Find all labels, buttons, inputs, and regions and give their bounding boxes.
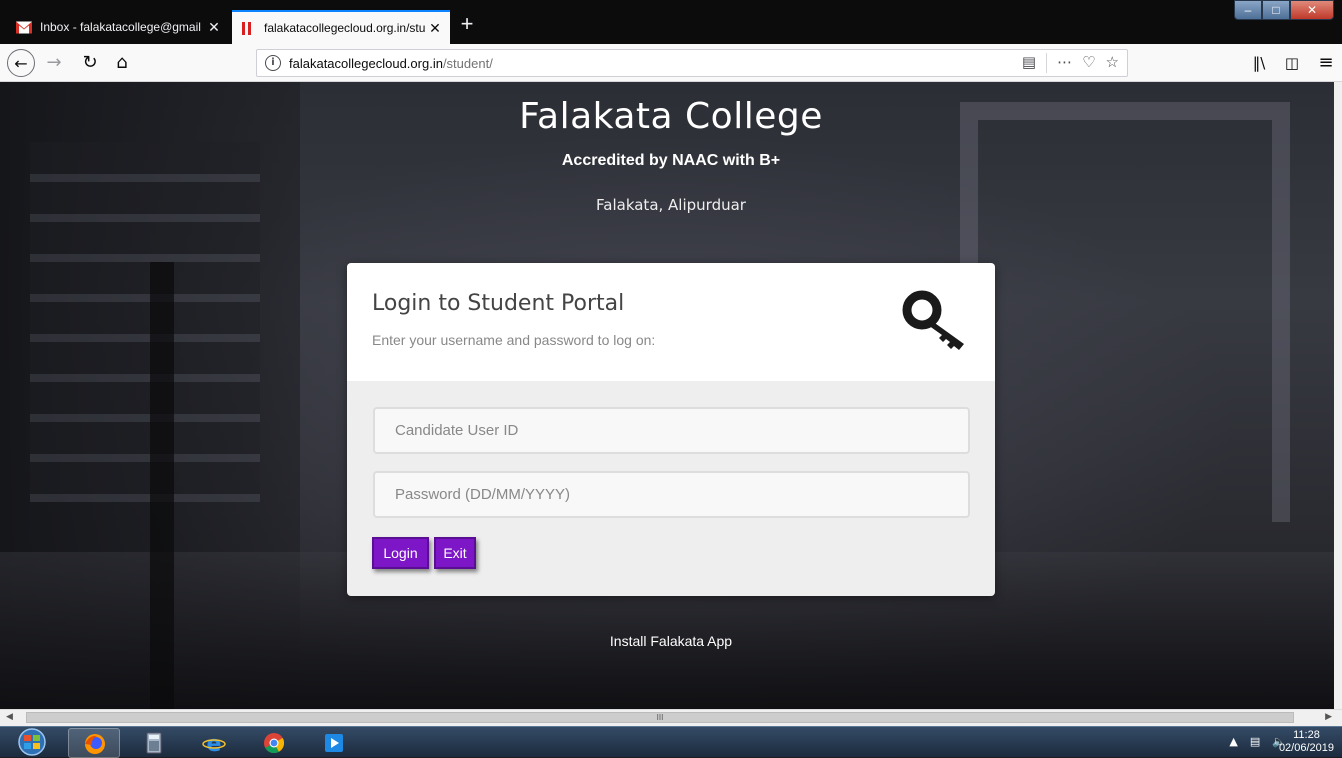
taskbar-firefox[interactable] [68,728,120,758]
site-favicon-icon [242,21,251,35]
install-app-link[interactable]: Install Falakata App [0,633,1342,649]
accreditation-text: Accredited by NAAC with B+ [561,152,781,169]
star-icon[interactable]: ☆ [1106,53,1119,73]
scroll-left-icon[interactable]: ◀ [6,712,13,722]
media-player-icon [325,734,343,752]
firefox-icon [85,734,105,754]
internet-explorer-icon: e [202,732,226,754]
horizontal-scrollbar[interactable]: ◀ III ▶ [0,709,1342,726]
start-orb-icon[interactable] [8,727,56,758]
info-icon[interactable]: i [265,55,281,71]
reader-view-icon[interactable]: ▤ [1022,53,1036,73]
browser-titlebar: Inbox - falakatacollege@gmail ✕ falakata… [0,0,1342,44]
login-subtitle: Enter your username and password to log … [372,332,656,348]
close-window-button[interactable]: ✕ [1290,0,1334,20]
library-icon[interactable]: ‖\ [1245,49,1273,77]
gmail-icon [16,21,32,33]
close-tab-icon[interactable]: ✕ [207,19,221,36]
minimize-button[interactable]: – [1234,0,1262,20]
url-separator [1046,53,1048,73]
hamburger-icon[interactable]: ≡ [1312,49,1340,77]
password-input[interactable] [373,471,970,518]
navigation-toolbar: ← → ↻ ⌂ i falakatacollegecloud.org.in/st… [0,44,1342,82]
close-tab-icon[interactable]: ✕ [428,20,442,37]
taskbar-internet-explorer[interactable]: e [188,728,240,758]
scroll-right-icon[interactable]: ▶ [1325,712,1332,722]
windows-taskbar: e ▲ ▤ 🔈 11:28 02/06/2019 [0,726,1342,758]
candidate-user-id-input[interactable] [373,407,970,454]
new-tab-button[interactable]: + [455,12,479,38]
reload-icon[interactable]: ↻ [76,49,104,77]
url-bar[interactable]: i falakatacollegecloud.org.in/student/ ▤… [256,49,1128,77]
forward-arrow-icon[interactable]: → [40,49,68,77]
ellipsis-icon[interactable]: ⋯ [1057,53,1072,73]
show-hidden-icons-icon[interactable]: ▲ [1229,735,1237,748]
tab-student-portal[interactable]: falakatacollegecloud.org.in/stu ✕ [232,10,450,44]
exit-button[interactable]: Exit [434,537,476,569]
location-text: Falakata, Alipurduar [596,196,746,214]
network-icon[interactable]: ▤ [1250,735,1260,748]
calculator-icon [146,732,162,754]
tab-label: Inbox - falakatacollege@gmail [40,20,201,34]
url-domain: falakatacollegecloud.org.in [289,55,443,71]
url-text[interactable]: falakatacollegecloud.org.in/student/ [289,56,493,71]
back-arrow-icon[interactable]: ← [7,49,35,77]
clock-time: 11:28 [1293,729,1320,741]
pocket-icon[interactable]: ♡ [1082,53,1095,73]
key-icon [902,290,964,350]
login-button[interactable]: Login [372,537,429,569]
taskbar-media-player[interactable] [308,728,360,758]
scrollbar-thumb[interactable]: III [26,712,1294,723]
login-form: Login Exit [347,381,995,596]
login-card-header: Login to Student Portal Enter your usern… [347,263,995,381]
login-card: Login to Student Portal Enter your usern… [347,263,995,596]
tab-inbox[interactable]: Inbox - falakatacollege@gmail ✕ [8,10,229,44]
login-title: Login to Student Portal [372,291,625,316]
chrome-icon [264,733,285,754]
taskbar-calculator[interactable] [128,728,180,758]
url-path: /student/ [442,55,493,71]
taskbar-chrome[interactable] [248,728,300,758]
tab-label: falakatacollegecloud.org.in/stu [264,21,426,35]
window-controls: – □ ✕ [1234,0,1334,20]
system-tray: ▲ ▤ 🔈 [1229,735,1286,748]
vertical-scrollbar[interactable] [1334,82,1342,709]
svg-text:e: e [207,732,222,754]
maximize-button[interactable]: □ [1262,0,1290,20]
sidebar-icon[interactable]: ◫ [1278,49,1306,77]
clock-date: 02/06/2019 [1278,742,1334,754]
home-icon[interactable]: ⌂ [108,49,136,77]
college-name: Falakata College [519,96,823,137]
taskbar-clock[interactable]: 11:28 02/06/2019 [1279,729,1334,755]
url-actions: ▤ ⋯ ♡ ☆ [1022,53,1119,73]
